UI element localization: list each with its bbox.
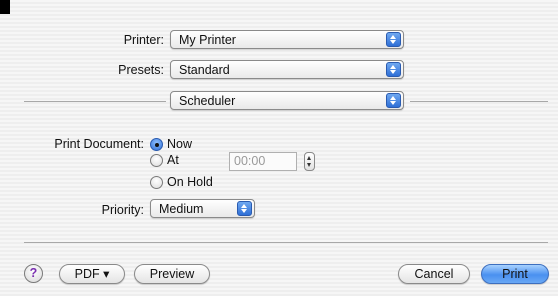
print-document-label: Print Document: xyxy=(54,137,144,151)
presets-label: Presets: xyxy=(118,63,164,77)
cancel-button[interactable]: Cancel xyxy=(398,264,470,284)
radio-at[interactable] xyxy=(150,154,163,167)
panel-popup-value: Scheduler xyxy=(179,94,236,108)
radio-on-hold[interactable] xyxy=(150,176,163,189)
pdf-button[interactable]: PDF ▾ xyxy=(59,264,125,284)
radio-at-label: At xyxy=(167,153,179,167)
priority-popup-value: Medium xyxy=(159,202,204,216)
printer-label: Printer: xyxy=(123,33,164,47)
time-stepper[interactable] xyxy=(304,152,315,171)
window-corner xyxy=(0,0,10,14)
radio-on-hold-label: On Hold xyxy=(167,175,213,189)
radio-now[interactable] xyxy=(150,138,163,151)
printer-popup-value: My Printer xyxy=(179,33,236,47)
presets-popup[interactable]: Standard xyxy=(170,60,404,79)
priority-label: Priority: xyxy=(101,203,144,217)
popup-arrows-icon xyxy=(237,201,252,216)
help-button[interactable]: ? xyxy=(24,264,43,283)
radio-now-label: Now xyxy=(167,137,193,151)
popup-arrows-icon xyxy=(386,93,401,108)
time-field[interactable]: 00:00 xyxy=(229,152,297,171)
panel-separator-left xyxy=(24,101,166,102)
popup-arrows-icon xyxy=(386,32,401,47)
presets-popup-value: Standard xyxy=(179,63,230,77)
bottom-separator xyxy=(24,242,548,243)
print-button[interactable]: Print xyxy=(481,264,549,284)
priority-popup[interactable]: Medium xyxy=(150,199,255,218)
print-dialog-sheet: Printer: My Printer Presets: Standard Sc… xyxy=(0,0,558,296)
popup-arrows-icon xyxy=(386,62,401,77)
preview-button[interactable]: Preview xyxy=(134,264,210,284)
panel-separator-right xyxy=(410,101,548,102)
panel-popup[interactable]: Scheduler xyxy=(170,91,404,110)
printer-popup[interactable]: My Printer xyxy=(170,30,404,49)
